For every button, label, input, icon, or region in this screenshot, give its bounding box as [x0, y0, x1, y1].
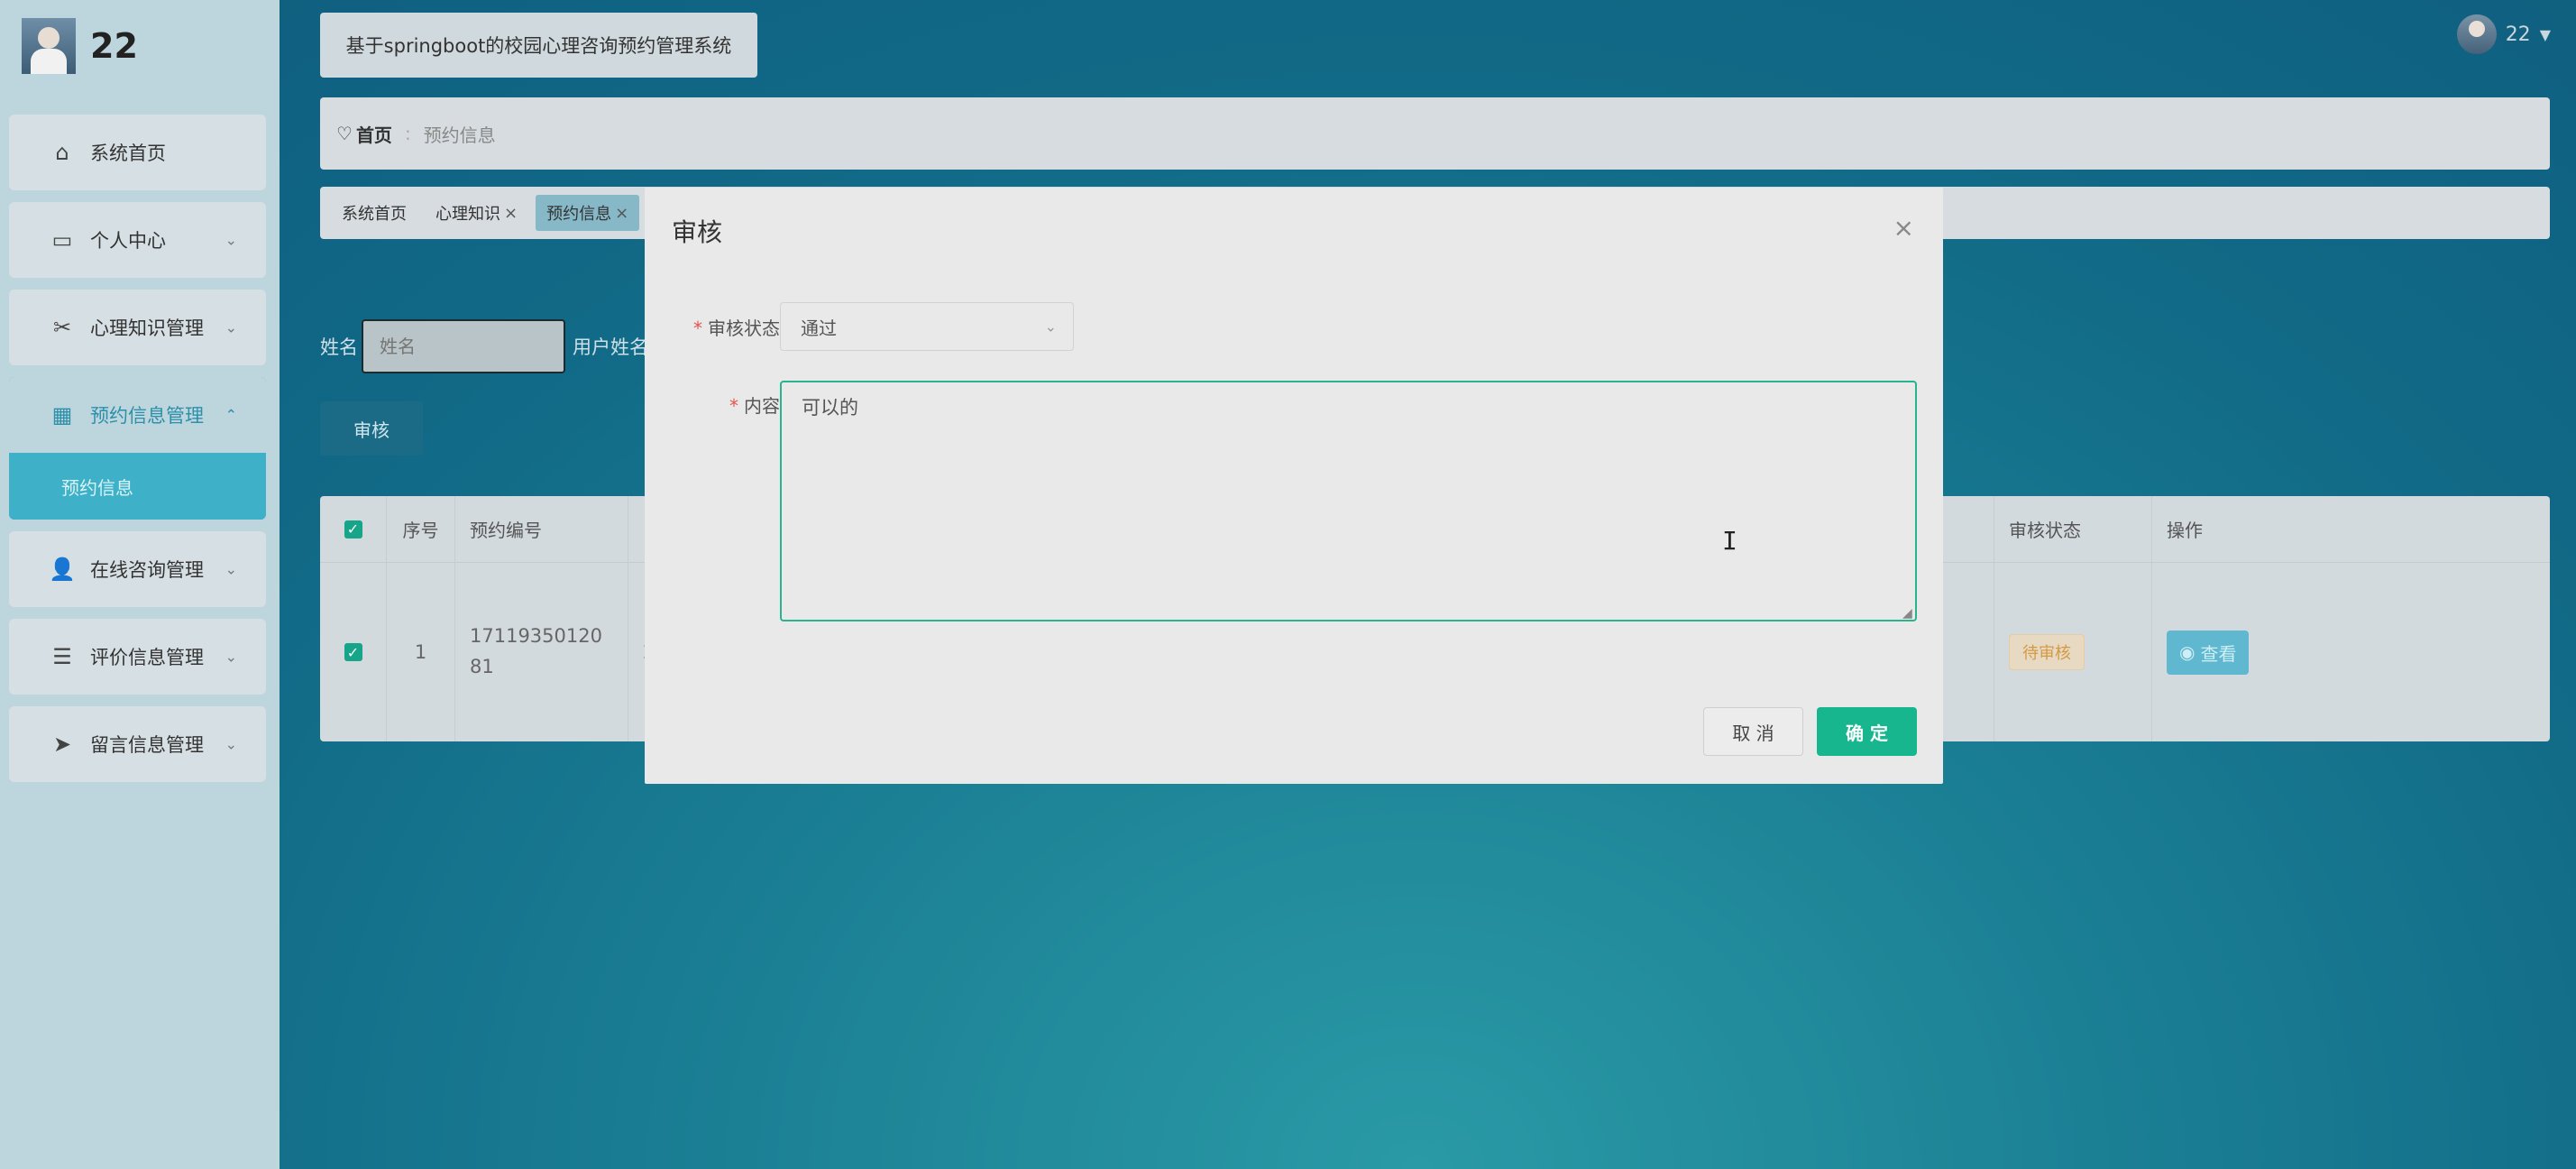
sidebar-item-label: 个人中心 — [90, 230, 166, 252]
tab-home[interactable]: 系统首页 — [331, 195, 417, 231]
sidebar-item-label: 在线咨询管理 — [90, 559, 204, 581]
heart-icon: ♡ — [336, 123, 353, 144]
row-checkbox[interactable]: ✓ — [344, 643, 362, 661]
header-appointment-no: 预约编号 — [455, 496, 628, 562]
dialog-title: 审核 — [672, 217, 723, 247]
breadcrumb-current: 预约信息 — [423, 124, 496, 146]
user-menu[interactable]: 22 ▼ — [2456, 14, 2551, 54]
tab-knowledge[interactable]: 心理知识 × — [425, 195, 528, 231]
header-actions: 操作 — [2167, 520, 2203, 541]
header-audit-status: 审核状态 — [1994, 496, 2152, 562]
audit-status-label: * 审核状态 — [645, 314, 780, 340]
audit-status-value: 通过 — [801, 317, 837, 339]
tab-label: 心理知识 — [435, 205, 500, 224]
breadcrumb-separator: : — [404, 123, 411, 144]
sidebar-item-label: 系统首页 — [90, 143, 166, 164]
sidebar-group-appointment: ▦ 预约信息管理 ⌃ 预约信息 — [9, 377, 266, 520]
name-label: 姓名 — [320, 336, 358, 358]
content-label: * 内容 — [645, 391, 780, 418]
sidebar-item-knowledge[interactable]: ✂ 心理知识管理 ⌄ — [9, 290, 266, 365]
row-index: 1 — [387, 563, 455, 741]
chevron-down-icon: ⌄ — [225, 648, 237, 666]
select-all-checkbox[interactable]: ✓ — [344, 520, 362, 538]
home-icon: ⌂ — [55, 140, 69, 165]
calendar-icon: ▭ — [51, 227, 73, 253]
breadcrumb: ♡ 首页 : 预约信息 — [320, 97, 2550, 170]
close-icon[interactable]: × — [1893, 213, 1914, 243]
chevron-down-icon: ⌄ — [225, 560, 237, 578]
sidebar-item-review[interactable]: ☰ 评价信息管理 ⌄ — [9, 619, 266, 695]
breadcrumb-home-label: 首页 — [355, 124, 392, 146]
view-button[interactable]: ◉ 查看 — [2167, 630, 2250, 675]
name-input[interactable] — [362, 319, 565, 373]
content-label-text: 内容 — [744, 395, 780, 417]
send-icon: ➤ — [52, 732, 72, 757]
close-icon[interactable]: × — [615, 204, 628, 223]
caret-down-icon[interactable]: ▼ — [2540, 26, 2551, 43]
required-mark: * — [693, 318, 702, 339]
status-badge: 待审核 — [2009, 634, 2085, 670]
grid-icon: ▦ — [51, 402, 73, 428]
sidebar-item-label: 评价信息管理 — [90, 647, 204, 668]
header-index: 序号 — [387, 496, 455, 562]
brand-name: 22 — [90, 26, 138, 66]
tab-appointment[interactable]: 预约信息 × — [536, 195, 640, 231]
cancel-button[interactable]: 取 消 — [1703, 707, 1803, 756]
sidebar-menu: ⌂ 系统首页 ▭ 个人中心 ⌄ ✂ 心理知识管理 ⌄ ▦ 预约信息管理 ⌃ 预约… — [9, 115, 266, 794]
sidebar-item-label: 预约信息管理 — [90, 405, 204, 427]
brand-avatar — [22, 18, 76, 74]
sidebar: 22 ⌂ 系统首页 ▭ 个人中心 ⌄ ✂ 心理知识管理 ⌄ ▦ 预约信息管理 ⌃… — [0, 0, 280, 1169]
audit-status-select[interactable]: 通过 ⌄ — [780, 302, 1074, 351]
audit-status-label-text: 审核状态 — [708, 318, 780, 339]
brand: 22 — [22, 18, 138, 74]
resize-grip-icon[interactable]: ◢ — [1902, 607, 1915, 620]
user-name[interactable]: 22 — [2506, 23, 2531, 46]
sidebar-item-consult[interactable]: 👤 在线咨询管理 ⌄ — [9, 531, 266, 607]
text-cursor-icon: I — [1722, 526, 1737, 556]
view-button-label: 查看 — [2200, 642, 2237, 665]
content-textarea[interactable]: 可以的 — [780, 381, 1917, 621]
sidebar-item-appointment[interactable]: ▦ 预约信息管理 ⌃ — [9, 377, 266, 453]
audit-button[interactable]: 审核 — [320, 401, 423, 456]
sidebar-item-label: 心理知识管理 — [90, 318, 204, 339]
close-icon[interactable]: × — [504, 204, 518, 223]
ticket-icon: ✂ — [52, 315, 72, 340]
row-appointment-no: 1711935012081 — [455, 563, 628, 741]
chevron-down-icon: ⌄ — [225, 735, 237, 753]
search-form: 姓名 用户姓名 — [320, 319, 648, 373]
sidebar-item-home[interactable]: ⌂ 系统首页 — [9, 115, 266, 190]
user-name-label: 用户姓名 — [573, 336, 648, 358]
chevron-down-icon: ⌄ — [1044, 318, 1057, 336]
system-title: 基于springboot的校园心理咨询预约管理系统 — [320, 13, 757, 78]
breadcrumb-home[interactable]: ♡ 首页 — [336, 121, 392, 147]
chevron-down-icon: ⌄ — [225, 231, 237, 249]
audit-dialog: 审核 × * 审核状态 通过 ⌄ * 内容 可以的 ◢ I 取 消 确 定 — [645, 188, 1943, 784]
user-icon: 👤 — [49, 557, 76, 582]
sidebar-item-message[interactable]: ➤ 留言信息管理 ⌄ — [9, 706, 266, 782]
sidebar-subitem-appointment-info[interactable]: 预约信息 — [9, 453, 266, 520]
tab-label: 预约信息 — [546, 205, 612, 224]
sidebar-item-label: 留言信息管理 — [90, 734, 204, 756]
eye-icon: ◉ — [2179, 641, 2196, 663]
tab-label: 系统首页 — [342, 205, 407, 224]
chevron-up-icon: ⌃ — [225, 406, 237, 424]
required-mark: * — [729, 395, 738, 417]
chevron-down-icon: ⌄ — [225, 318, 237, 336]
sidebar-item-personal[interactable]: ▭ 个人中心 ⌄ — [9, 202, 266, 278]
list-icon: ☰ — [52, 644, 72, 669]
avatar[interactable] — [2456, 14, 2497, 54]
confirm-button[interactable]: 确 定 — [1817, 707, 1917, 756]
